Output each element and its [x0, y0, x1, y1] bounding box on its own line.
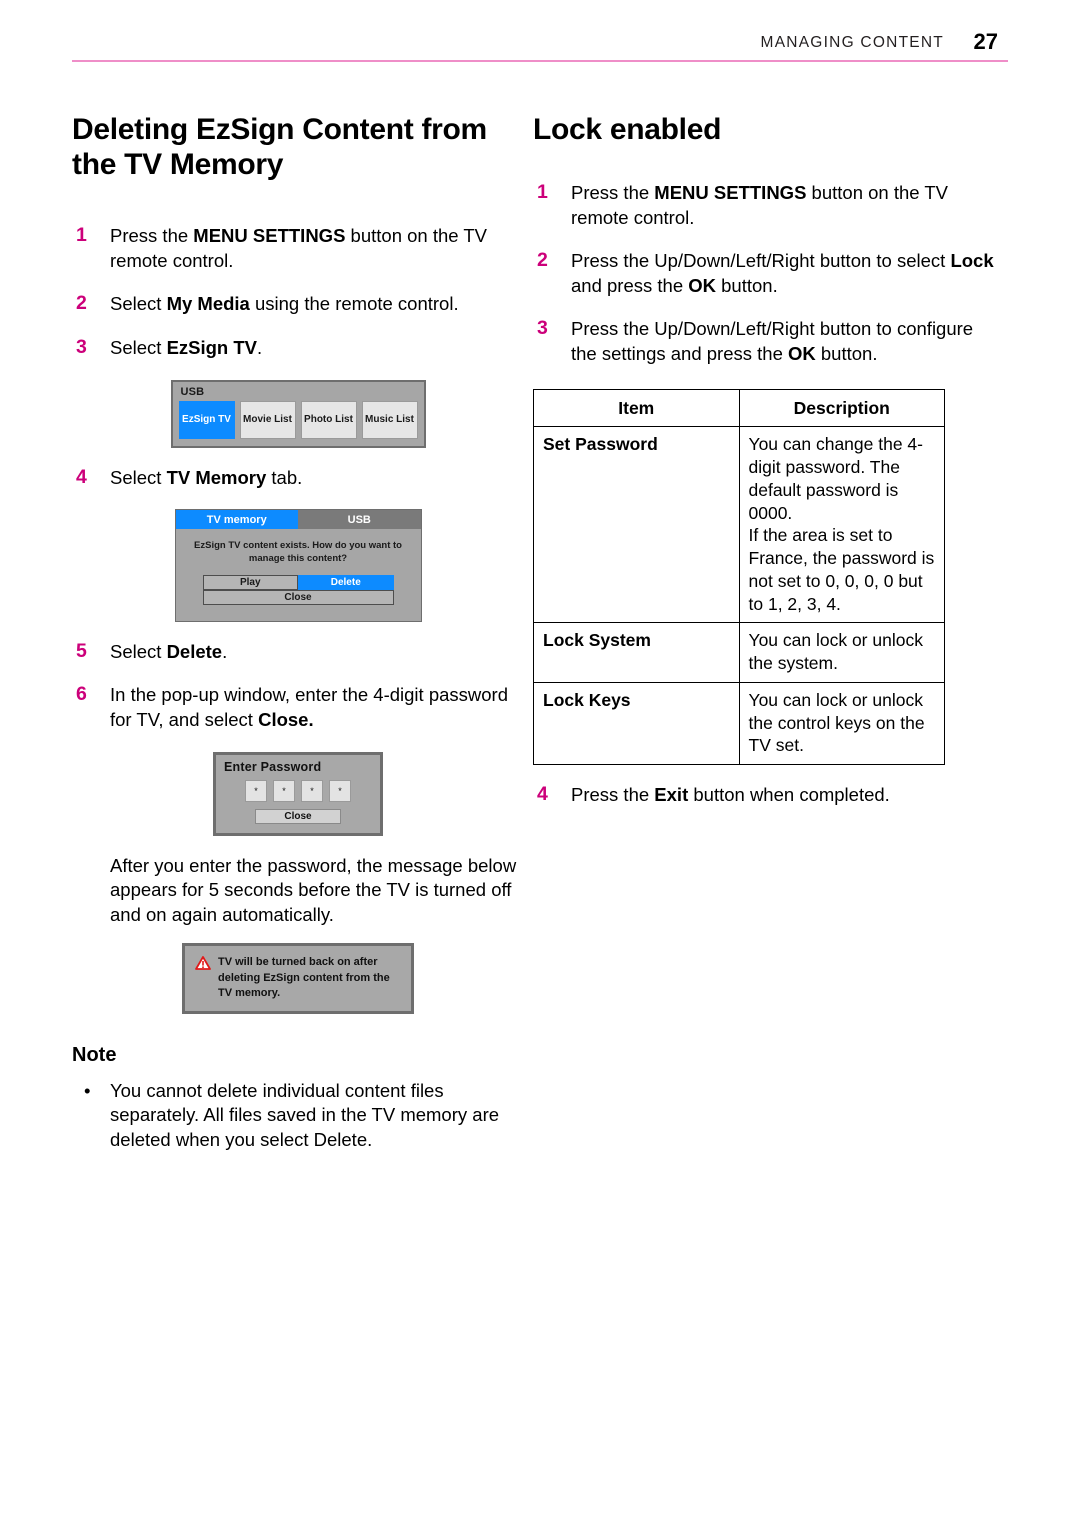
- tv-restart-warning-text: TV will be turned back on after deleting…: [218, 956, 390, 999]
- step-text: Press the Up/Down/Left/Right button to s…: [571, 250, 994, 296]
- left-section-title: Deleting EzSign Content from the TV Memo…: [72, 113, 487, 182]
- lock-step-1: 1 Press the MENU SETTINGS button on the …: [533, 181, 1003, 230]
- table-cell-item: Set Password: [533, 426, 740, 624]
- after-password-paragraph: After you enter the password, the messag…: [110, 854, 517, 925]
- step-number: 3: [537, 317, 548, 340]
- note-item-text: You cannot delete individual content fil…: [110, 1079, 500, 1151]
- lock-step-4: 4 Press the Exit button when completed.: [533, 783, 1003, 808]
- warning-triangle-icon: [195, 955, 211, 1001]
- password-digit-4[interactable]: *: [329, 779, 351, 802]
- enter-password-title: Enter Password: [224, 759, 322, 774]
- step-4: 4 Select TV Memory tab.: [72, 466, 524, 491]
- usb-tile-ezsign-tv[interactable]: EzSign TV: [178, 400, 235, 439]
- table-header-row: Item Description: [533, 388, 945, 428]
- tab-usb[interactable]: USB: [298, 510, 421, 530]
- right-section-title: Lock enabled: [533, 113, 722, 146]
- usb-source-figure: USB EzSign TV Movie List Photo List Musi…: [72, 379, 524, 448]
- running-head-title: MANAGING CONTENT: [760, 34, 944, 51]
- usb-tile-list: EzSign TV Movie List Photo List Music Li…: [178, 400, 418, 439]
- table-cell-item: Lock Keys: [533, 681, 740, 766]
- table-row: Set Password You can change the 4-digit …: [533, 426, 945, 624]
- step-number: 3: [76, 335, 87, 358]
- page-number: 27: [973, 29, 998, 54]
- table-cell-description: You can change the 4-digit password. The…: [738, 426, 945, 624]
- step-6: 6 In the pop-up window, enter the 4-digi…: [72, 683, 524, 732]
- step-text: In the pop-up window, enter the 4-digit …: [110, 684, 508, 730]
- tv-memory-message: EzSign TV content exists. How do you wan…: [194, 540, 402, 564]
- step-text: Press the MENU SETTINGS button on the TV…: [110, 225, 488, 271]
- step-number: 6: [76, 683, 87, 706]
- usb-panel: USB EzSign TV Movie List Photo List Musi…: [170, 379, 426, 448]
- lock-step-3: 3 Press the Up/Down/Left/Right button to…: [533, 317, 1003, 366]
- tv-memory-button-row: Play Delete: [202, 574, 394, 590]
- step-text: Press the Exit button when completed.: [571, 784, 890, 806]
- enter-password-dialog: Enter Password * * * * Close: [213, 751, 383, 836]
- step-number: 1: [76, 224, 87, 247]
- step-number: 4: [76, 465, 87, 488]
- header-rule-divider: [72, 60, 1008, 62]
- page-header: MANAGING CONTENT 27: [72, 29, 1008, 68]
- delete-button[interactable]: Delete: [298, 574, 394, 590]
- step-text: Select EzSign TV.: [110, 336, 263, 358]
- table-header-description: Description: [738, 388, 945, 428]
- step-text: Select My Media using the remote control…: [110, 293, 459, 315]
- table-row: Lock System You can lock or unlock the s…: [533, 622, 945, 683]
- note-heading: Note: [72, 1043, 117, 1066]
- usb-tile-photo-list[interactable]: Photo List: [300, 400, 357, 439]
- note-item: • You cannot delete individual content f…: [72, 1079, 524, 1153]
- play-button[interactable]: Play: [202, 574, 298, 590]
- password-digit-boxes: * * * *: [224, 779, 372, 802]
- tv-memory-close-row: Close: [202, 589, 394, 605]
- step-text: Press the MENU SETTINGS button on the TV…: [571, 182, 949, 228]
- step-number: 5: [76, 639, 87, 662]
- step-2: 2 Select My Media using the remote contr…: [72, 292, 524, 317]
- usb-tile-movie-list[interactable]: Movie List: [239, 400, 296, 439]
- lock-settings-table: Item Description Set Password You can ch…: [533, 388, 945, 766]
- step-number: 1: [537, 181, 548, 204]
- table-cell-description: You can lock or unlock the system.: [738, 622, 945, 683]
- enter-password-dialog-figure: Enter Password * * * * Close: [72, 751, 524, 836]
- password-digit-3[interactable]: *: [301, 779, 323, 802]
- tv-memory-dialog: TV memory USB EzSign TV content exists. …: [174, 509, 422, 622]
- bullet-icon: •: [84, 1079, 91, 1101]
- usb-panel-label: USB: [180, 385, 205, 398]
- step-3: 3 Select EzSign TV.: [72, 336, 524, 361]
- tv-memory-dialog-figure: TV memory USB EzSign TV content exists. …: [72, 509, 524, 622]
- usb-tile-music-list[interactable]: Music List: [361, 400, 418, 439]
- step-5: 5 Select Delete.: [72, 640, 524, 665]
- step-number: 2: [537, 249, 548, 272]
- tv-restart-warning-box: TV will be turned back on after deleting…: [182, 943, 414, 1014]
- lock-step-2: 2 Press the Up/Down/Left/Right button to…: [533, 249, 1003, 298]
- table-cell-item: Lock System: [533, 622, 740, 683]
- step-1: 1 Press the MENU SETTINGS button on the …: [72, 224, 524, 273]
- tv-memory-tab-bar: TV memory USB: [175, 510, 421, 530]
- step-number: 4: [537, 783, 548, 806]
- password-digit-2[interactable]: *: [273, 779, 295, 802]
- step-text: Select Delete.: [110, 640, 228, 662]
- tab-tv-memory[interactable]: TV memory: [175, 510, 298, 530]
- step-number: 2: [76, 292, 87, 315]
- right-column: Lock enabled 1 Press the MENU SETTINGS b…: [533, 112, 1003, 827]
- password-close-button[interactable]: Close: [255, 808, 341, 824]
- password-digit-1[interactable]: *: [245, 779, 267, 802]
- step-text: Select TV Memory tab.: [110, 466, 303, 488]
- left-column: Deleting EzSign Content from the TV Memo…: [72, 112, 524, 1153]
- step-text: Press the Up/Down/Left/Right button to c…: [571, 318, 974, 365]
- tv-restart-warning-figure: TV will be turned back on after deleting…: [72, 943, 524, 1014]
- table-row: Lock Keys You can lock or unlock the con…: [533, 681, 945, 766]
- table-header-item: Item: [533, 388, 740, 428]
- table-cell-description: You can lock or unlock the control keys …: [738, 681, 945, 766]
- close-button[interactable]: Close: [202, 589, 394, 605]
